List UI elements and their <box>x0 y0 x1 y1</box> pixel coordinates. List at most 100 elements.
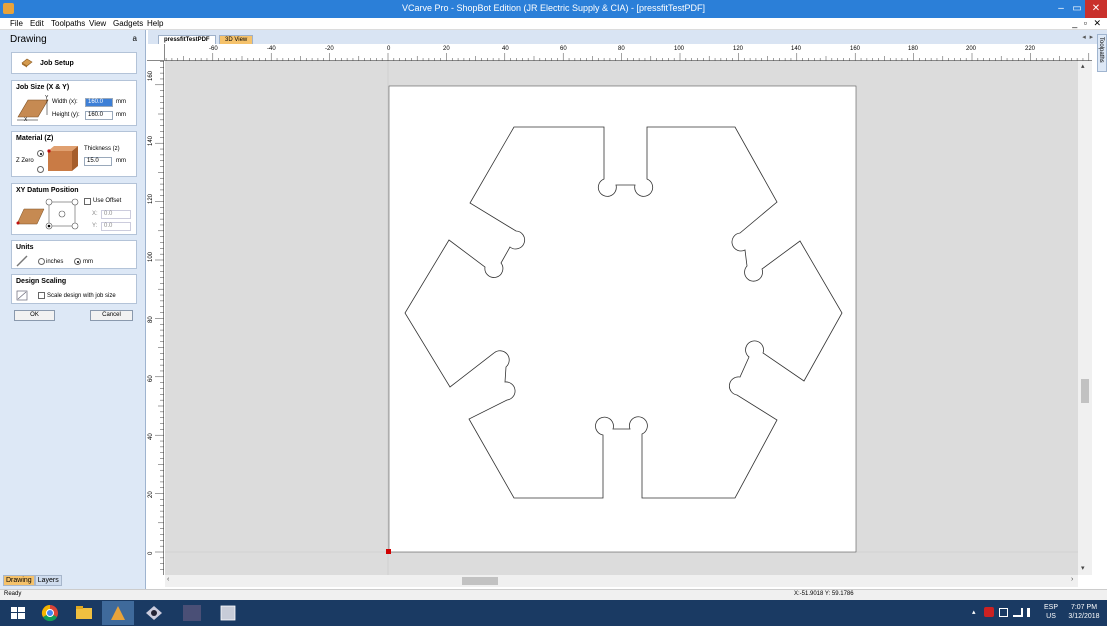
design-scaling-title: Design Scaling <box>16 278 67 285</box>
signal-tray-icon[interactable] <box>1013 608 1023 617</box>
material-block-icon <box>47 146 78 171</box>
toolpaths-tab-label: Toolpaths <box>1098 37 1104 63</box>
scroll-left-icon[interactable]: ‹ <box>167 576 169 583</box>
h-ruler-label: 0 <box>387 46 391 52</box>
start-button[interactable] <box>2 601 34 625</box>
vertical-ruler: 160 140 120 100 80 60 40 20 0 <box>147 61 164 575</box>
ok-button[interactable]: OK <box>14 310 55 321</box>
scroll-down-icon[interactable]: ▾ <box>1081 564 1085 572</box>
tab-3d-view[interactable]: 3D View <box>219 35 254 44</box>
vertical-scrollbar[interactable]: ▴ ▾ <box>1078 61 1092 575</box>
job-size-group: Job Size (X & Y) Y X Width (x): 160.0 mm… <box>11 80 137 126</box>
zzero-top-radio[interactable] <box>37 150 44 157</box>
offset-y-input[interactable]: 0.0 <box>101 222 131 231</box>
material-title: Material (Z) <box>16 135 54 142</box>
menu-file[interactable]: File <box>10 19 23 28</box>
status-bar: Ready X:-51.9018 Y: 59.1786 <box>0 589 1107 600</box>
vcarve-taskbar-item[interactable] <box>102 601 134 625</box>
width-input[interactable]: 160.0 <box>85 98 113 107</box>
xy-datum-group: XY Datum Position Use Offset X: 0.0 Y: 0… <box>11 183 137 235</box>
h-ruler-label: 100 <box>674 46 685 52</box>
menu-toolpaths[interactable]: Toolpaths <box>51 19 85 28</box>
offset-x-input[interactable]: 0.0 <box>101 210 131 219</box>
drawing-canvas[interactable] <box>165 61 1078 575</box>
utility-app-icon <box>220 605 236 621</box>
vertical-scroll-thumb[interactable] <box>1081 379 1089 403</box>
material-sheet <box>388 85 857 553</box>
height-input[interactable]: 160.0 <box>85 111 113 120</box>
zzero-bottom-radio[interactable] <box>37 166 44 173</box>
drawing-panel: Drawing a Job Setup Job Size (X & Y) Y X… <box>0 30 146 589</box>
chrome-taskbar-item[interactable] <box>34 601 66 625</box>
menu-edit[interactable]: Edit <box>30 19 44 28</box>
ruler-corner <box>147 44 165 61</box>
window-title: VCarve Pro - ShopBot Edition (JR Electri… <box>401 3 706 13</box>
region-code: US <box>1046 613 1056 620</box>
v-ruler-label: 80 <box>148 316 154 323</box>
menu-bar: File Edit Toolpaths View Gadgets Help _ … <box>0 18 1107 30</box>
horizontal-scrollbar[interactable]: ‹ › <box>165 575 1078 587</box>
v-ruler-label: 160 <box>148 70 154 81</box>
pw-app-icon <box>183 605 201 621</box>
tab-layers[interactable]: Layers <box>34 575 62 586</box>
horizontal-scroll-thumb[interactable] <box>462 577 498 585</box>
scroll-up-icon[interactable]: ▴ <box>1081 62 1085 70</box>
taskbar: ▴ ESP US 7:07 PM 3/12/2018 <box>0 600 1107 626</box>
utility-taskbar-item[interactable] <box>212 601 244 625</box>
file-explorer-taskbar-item[interactable] <box>68 601 100 625</box>
thickness-input[interactable]: 15.0 <box>84 157 112 166</box>
zzero-label: Z Zero <box>16 158 34 164</box>
offset-x-label: X: <box>92 211 98 217</box>
acrobat-tray-icon[interactable] <box>984 607 994 617</box>
app-diamond-icon <box>146 606 162 620</box>
job-setup-label: Job Setup <box>40 60 74 67</box>
horizontal-ruler-ticks <box>165 53 1090 61</box>
h-ruler-label: 40 <box>502 46 509 52</box>
v-ruler-label: 100 <box>148 251 154 262</box>
cancel-button[interactable]: Cancel <box>90 310 133 321</box>
system-clock[interactable]: 7:07 PM 3/12/2018 <box>1065 603 1103 621</box>
scroll-right-icon[interactable]: › <box>1071 576 1073 583</box>
units-mm-radio[interactable] <box>74 258 81 265</box>
minimize-button[interactable]: – <box>1053 0 1069 18</box>
cursor-coordinates: X:-51.9018 Y: 59.1786 <box>794 591 854 597</box>
tab-pressfit-document[interactable]: pressfitTestPDF <box>158 35 216 44</box>
diagram-x-label: X <box>24 117 28 123</box>
pw-taskbar-item[interactable] <box>176 601 208 625</box>
h-ruler-label: 60 <box>560 46 567 52</box>
menu-view[interactable]: View <box>89 19 106 28</box>
pin-icon[interactable]: a <box>133 34 137 43</box>
material-group: Material (Z) Z Zero Thickness (z) 15.0 m… <box>11 131 137 177</box>
v-ruler-label: 140 <box>148 135 154 146</box>
width-unit: mm <box>116 99 126 105</box>
scale-design-checkbox[interactable] <box>38 292 45 299</box>
h-ruler-label: 20 <box>443 46 450 52</box>
menu-gadgets[interactable]: Gadgets <box>113 19 143 28</box>
units-inches-radio[interactable] <box>38 258 45 265</box>
app-taskbar-item[interactable] <box>138 601 170 625</box>
scale-design-label: Scale design with job size <box>47 293 116 299</box>
job-size-title: Job Size (X & Y) <box>16 84 70 91</box>
clock-time: 7:07 PM <box>1070 604 1098 611</box>
h-ruler-label: 160 <box>850 46 861 52</box>
toolpaths-panel-tab[interactable]: Toolpaths <box>1097 34 1107 72</box>
diagram-y-label: Y <box>45 95 49 101</box>
menu-help[interactable]: Help <box>147 19 163 28</box>
status-text: Ready <box>4 591 22 597</box>
maximize-button[interactable]: ▭ <box>1069 0 1085 18</box>
language-indicator[interactable]: ESP US <box>1044 603 1058 621</box>
ruler-icon <box>16 255 28 267</box>
windows-logo-icon <box>11 607 25 619</box>
datum-position-selector <box>45 198 79 230</box>
vcarve-icon <box>111 606 125 620</box>
folder-icon <box>76 606 92 619</box>
volume-tray-icon[interactable] <box>1027 608 1035 617</box>
use-offset-checkbox[interactable] <box>84 198 91 205</box>
units-group: Units inches mm <box>11 240 137 269</box>
scaling-icon <box>16 290 28 301</box>
network-tray-icon[interactable] <box>999 608 1008 617</box>
tray-expand-icon[interactable]: ▴ <box>972 608 976 617</box>
tab-drawing[interactable]: Drawing <box>3 575 35 586</box>
mdi-controls[interactable]: _ ▫ ✕ <box>1072 18 1103 29</box>
close-button[interactable]: ✕ <box>1085 0 1107 18</box>
